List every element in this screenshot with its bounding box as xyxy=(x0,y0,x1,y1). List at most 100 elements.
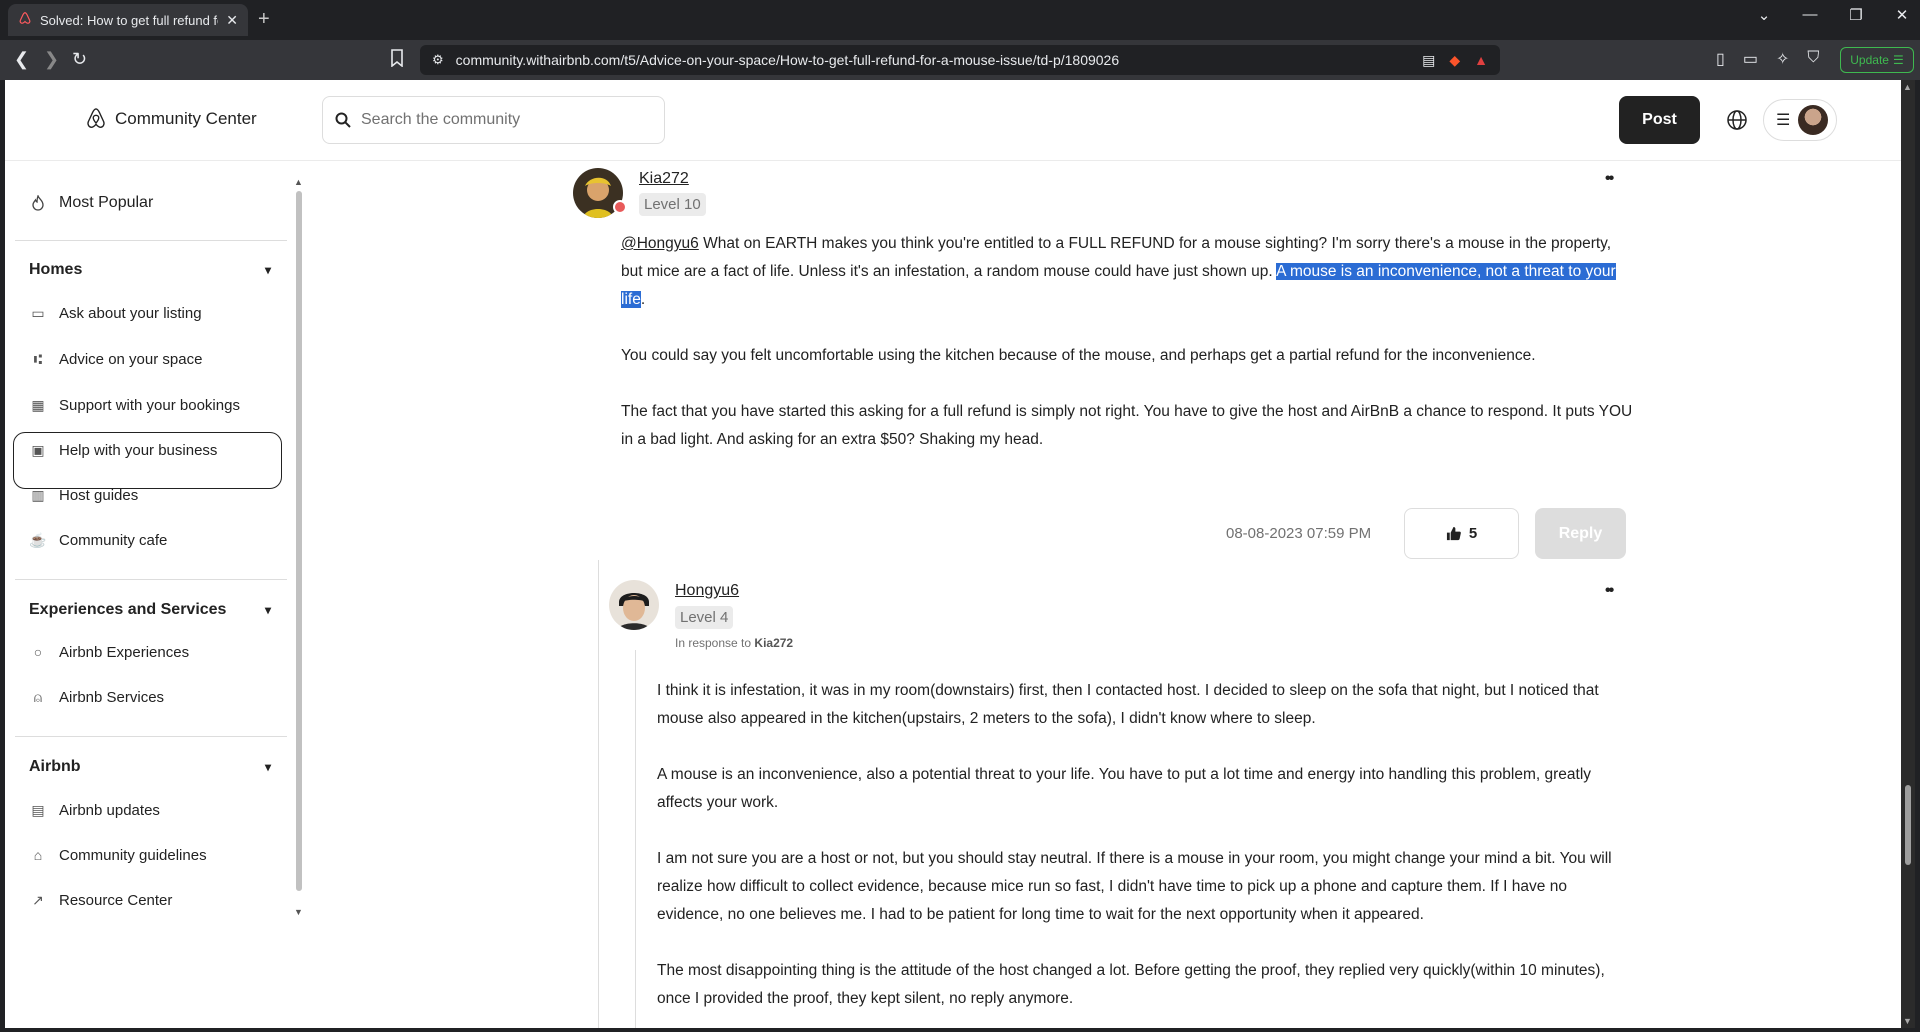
reload-icon[interactable]: ↻ xyxy=(72,49,87,70)
chevron-down-icon: ▾ xyxy=(264,603,271,617)
search-icon xyxy=(335,112,351,128)
sidebar-section-homes[interactable]: Homes ▾ xyxy=(29,261,271,279)
sidebar-scrollbar[interactable]: ▲ ▼ xyxy=(294,177,304,917)
hamburger-icon: ☰ xyxy=(1776,112,1791,129)
like-count: 5 xyxy=(1468,525,1478,542)
new-tab-icon[interactable]: + xyxy=(258,8,270,31)
sidebar-section-experiences[interactable]: Experiences and Services ▾ xyxy=(29,601,271,619)
sidebar-item-support-bookings[interactable]: ▦ Support with your bookings xyxy=(29,396,240,414)
money-icon: ▣ xyxy=(31,441,45,458)
sidebar-item-resource-center[interactable]: ↗ Resource Center xyxy=(29,891,172,909)
book-icon: ▥ xyxy=(31,486,45,503)
service-bell-icon: ⍝ xyxy=(33,688,43,705)
globe-icon[interactable] xyxy=(1725,108,1749,132)
sidebar-scroll-thumb[interactable] xyxy=(296,191,302,891)
tab-close-icon[interactable]: ✕ xyxy=(226,12,238,29)
in-response-to: In response to Kia272 xyxy=(675,636,794,650)
post-paragraph: The most disappointing thing is the atti… xyxy=(657,962,1605,1007)
more-options-icon[interactable]: •• xyxy=(1605,170,1614,188)
bookmark-icon[interactable] xyxy=(390,49,404,72)
balloon-icon: ○ xyxy=(33,644,43,660)
sidebar-item-community-guidelines[interactable]: ⌂ Community guidelines xyxy=(29,846,207,864)
update-button[interactable]: Update ☰ xyxy=(1840,47,1914,73)
coffee-cup-icon: ☕ xyxy=(29,531,47,548)
forward-icon[interactable]: ❯ xyxy=(44,49,59,70)
username[interactable]: Kia272 xyxy=(639,170,689,188)
thread-line xyxy=(635,650,636,1028)
external-link-icon: ↗ xyxy=(32,891,44,908)
leo-ai-icon[interactable]: ✧ xyxy=(1776,49,1789,69)
scroll-down-arrow-icon[interactable]: ▼ xyxy=(294,907,303,917)
post-paragraph: A mouse is an inconvenience, also a pote… xyxy=(657,766,1592,811)
sidebar-toggle-icon[interactable]: ▯ xyxy=(1716,49,1725,69)
post-body: I think it is infestation, it was in my … xyxy=(657,677,1633,1028)
heart-house-icon: ⌂ xyxy=(33,847,43,863)
sidebar-item-host-guides[interactable]: ▥ Host guides xyxy=(29,486,138,504)
avatar[interactable] xyxy=(609,580,659,630)
close-window-icon[interactable]: ✕ xyxy=(1892,6,1912,24)
search-box[interactable] xyxy=(322,96,665,144)
scroll-down-arrow-icon[interactable]: ▼ xyxy=(1903,1016,1912,1026)
brave-shields-icon[interactable]: ◆ xyxy=(1449,52,1460,69)
back-icon[interactable]: ❮ xyxy=(14,49,29,70)
restore-icon[interactable]: ❐ xyxy=(1846,6,1866,24)
reader-mode-icon[interactable]: ▤ xyxy=(1422,52,1435,69)
wallet-icon[interactable]: ▭ xyxy=(1743,49,1758,69)
level-badge-icon xyxy=(613,200,627,214)
post-button[interactable]: Post xyxy=(1619,96,1700,144)
sidebar-item-airbnb-experiences[interactable]: ○ Airbnb Experiences xyxy=(29,643,189,661)
sidebar-section-airbnb[interactable]: Airbnb ▾ xyxy=(29,758,271,776)
flame-icon xyxy=(29,194,47,212)
post-paragraph: The fact that you have started this aski… xyxy=(621,403,1633,448)
chevron-down-icon: ▾ xyxy=(264,263,271,277)
post-paragraph: I am not sure you are a host or not, but… xyxy=(657,850,1612,923)
thread-line xyxy=(598,560,599,1028)
minimize-icon[interactable]: — xyxy=(1800,6,1820,24)
tab-list-chevron-icon[interactable]: ⌄ xyxy=(1754,6,1774,24)
airbnb-logo-icon xyxy=(87,108,105,128)
vpn-icon[interactable]: ⛉ xyxy=(1807,49,1819,69)
brand-title: Community Center xyxy=(115,109,257,128)
search-input[interactable] xyxy=(361,111,652,129)
brave-rewards-icon[interactable]: ▲ xyxy=(1474,52,1488,68)
page-scrollbar[interactable]: ▲ ▼ xyxy=(1901,80,1915,1028)
level-badge: Level 4 xyxy=(675,606,734,629)
address-bar[interactable]: ⚙ community.withairbnb.com/t5/Advice-on-… xyxy=(420,45,1500,75)
brand-link[interactable]: Community Center xyxy=(85,107,257,131)
post-paragraph: @Hongyu6 What on EARTH makes you think y… xyxy=(621,235,1616,308)
like-button[interactable]: 5 xyxy=(1404,508,1519,559)
sidebar-item-community-cafe[interactable]: ☕ Community cafe xyxy=(29,531,167,549)
mention-link[interactable]: @Hongyu6 xyxy=(621,235,699,252)
username[interactable]: Hongyu6 xyxy=(675,582,739,600)
post-body: @Hongyu6 What on EARTH makes you think y… xyxy=(621,230,1633,482)
thumbs-up-icon xyxy=(1446,526,1461,541)
luggage-icon: ▦ xyxy=(31,396,45,413)
more-options-icon[interactable]: •• xyxy=(1605,582,1614,600)
user-menu-button[interactable]: ☰ xyxy=(1763,99,1837,141)
sidebar-item-ask-about-listing[interactable]: ▭ Ask about your listing xyxy=(29,304,201,322)
laptop-icon: ▭ xyxy=(31,304,45,321)
scroll-up-arrow-icon[interactable]: ▲ xyxy=(1903,82,1912,92)
post-paragraph: You could say you felt uncomfortable usi… xyxy=(621,347,1536,364)
sidebar-divider xyxy=(15,579,287,580)
reply-button[interactable]: Reply xyxy=(1535,508,1626,559)
sidebar-item-advice-on-space[interactable]: ⑆ Advice on your space xyxy=(29,350,203,368)
url-text: community.withairbnb.com/t5/Advice-on-yo… xyxy=(455,52,1120,68)
scroll-up-arrow-icon[interactable]: ▲ xyxy=(294,177,303,187)
sidebar-divider xyxy=(15,240,287,241)
post-timestamp: 08-08-2023 07:59 PM xyxy=(1226,525,1372,542)
sidebar-item-help-business[interactable]: ▣ Help with your business xyxy=(29,441,217,459)
post-paragraph: I think it is infestation, it was in my … xyxy=(657,682,1599,727)
sidebar-item-airbnb-updates[interactable]: ▤ Airbnb updates xyxy=(29,801,160,819)
site-settings-icon[interactable]: ⚙ xyxy=(432,52,444,68)
browser-navbar: ❮ ❯ ↻ ⚙ community.withairbnb.com/t5/Advi… xyxy=(0,40,1920,80)
in-response-user-link[interactable]: Kia272 xyxy=(754,636,793,650)
sidebar-item-most-popular[interactable]: Most Popular xyxy=(29,194,153,212)
sidebar-item-airbnb-services[interactable]: ⍝ Airbnb Services xyxy=(29,688,164,706)
page-scroll-thumb[interactable] xyxy=(1905,785,1911,865)
site-header: Community Center Post ☰ xyxy=(5,80,1901,161)
armchair-icon: ⑆ xyxy=(33,351,43,367)
chevron-down-icon: ▾ xyxy=(264,760,271,774)
browser-tab-active[interactable]: Solved: How to get full refund fo ✕ xyxy=(8,4,248,36)
airbnb-favicon-icon xyxy=(18,11,32,30)
